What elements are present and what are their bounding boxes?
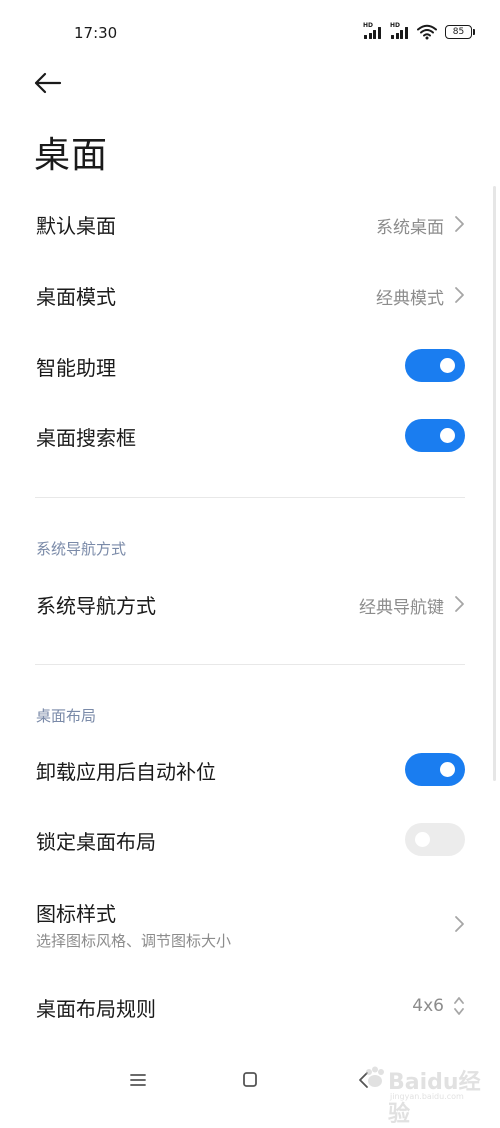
- row-label: 图标样式: [36, 902, 116, 926]
- lock-layout-toggle[interactable]: [405, 823, 465, 856]
- search-box-toggle[interactable]: [405, 419, 465, 452]
- status-bar: 17:30 HD HD 85: [0, 0, 500, 60]
- paw-icon: [366, 1066, 384, 1087]
- toggle-knob: [440, 762, 455, 777]
- watermark-subtext: jingyan.baidu.com: [390, 1092, 464, 1101]
- divider: [35, 497, 465, 498]
- menu-button[interactable]: [124, 1068, 152, 1092]
- smart-assistant-toggle[interactable]: [405, 349, 465, 382]
- icon-style-row[interactable]: 图标样式 选择图标风格、调节图标大小: [0, 892, 500, 956]
- page-title: 桌面: [34, 135, 109, 176]
- watermark: Baidu经验 jingyan.baidu.com: [364, 1060, 484, 1127]
- chevron-up-down-icon: [454, 997, 464, 1015]
- arrow-left-icon: [34, 72, 62, 94]
- lock-layout-row[interactable]: 锁定桌面布局: [0, 812, 500, 868]
- toggle-knob: [440, 428, 455, 443]
- row-label: 默认桌面: [36, 214, 116, 238]
- section-header-layout: 桌面布局: [36, 707, 97, 725]
- chevron-right-icon: [455, 596, 464, 612]
- section-header-navigation: 系统导航方式: [36, 540, 127, 558]
- menu-icon: [130, 1074, 146, 1086]
- row-label: 桌面布局规则: [36, 997, 156, 1021]
- row-label: 系统导航方式: [36, 594, 156, 618]
- divider: [35, 664, 465, 665]
- row-label: 桌面模式: [36, 285, 116, 309]
- search-box-row[interactable]: 桌面搜索框: [0, 408, 500, 464]
- toggle-knob: [415, 832, 430, 847]
- row-value: 4x6: [412, 996, 444, 1016]
- row-value: 经典模式: [376, 289, 444, 309]
- default-launcher-row[interactable]: 默认桌面 系统桌面: [0, 196, 500, 252]
- launcher-mode-row[interactable]: 桌面模式 经典模式: [0, 267, 500, 323]
- row-subtitle: 选择图标风格、调节图标大小: [36, 932, 232, 950]
- toggle-knob: [440, 358, 455, 373]
- smart-assistant-row[interactable]: 智能助理: [0, 338, 500, 394]
- status-time: 17:30: [74, 24, 118, 42]
- chevron-right-icon: [455, 287, 464, 303]
- nav-method-row[interactable]: 系统导航方式 经典导航键: [0, 576, 500, 632]
- row-value: 经典导航键: [359, 598, 444, 618]
- wifi-icon: [417, 24, 437, 40]
- auto-fill-toggle[interactable]: [405, 753, 465, 786]
- chevron-right-icon: [455, 216, 464, 232]
- signal-icon: HD: [390, 23, 413, 39]
- square-icon: [243, 1072, 257, 1087]
- back-button[interactable]: [28, 66, 68, 100]
- status-icons: HD HD 85: [363, 23, 475, 40]
- row-label: 桌面搜索框: [36, 426, 136, 450]
- layout-grid-row[interactable]: 桌面布局规则 4x6: [0, 979, 500, 1035]
- row-label: 锁定桌面布局: [36, 830, 156, 854]
- signal-icon: HD: [363, 23, 386, 39]
- battery-icon: 85: [445, 25, 475, 39]
- row-label: 智能助理: [36, 356, 116, 380]
- row-label: 卸载应用后自动补位: [36, 760, 216, 784]
- row-value: 系统桌面: [376, 218, 444, 238]
- home-button[interactable]: [236, 1068, 264, 1092]
- auto-fill-row[interactable]: 卸载应用后自动补位: [0, 742, 500, 798]
- chevron-right-icon: [455, 916, 464, 932]
